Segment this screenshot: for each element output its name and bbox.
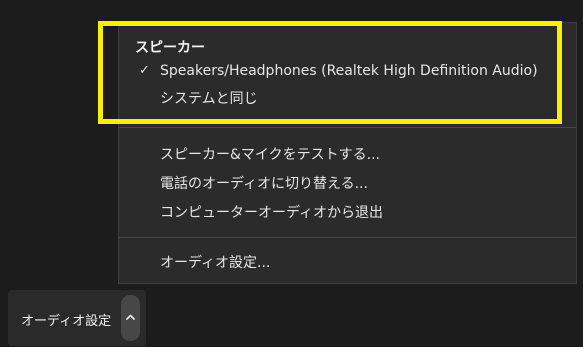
audio-settings-bar: オーディオ設定 bbox=[8, 290, 146, 346]
menu-item-label: 電話のオーディオに切り替える... bbox=[160, 176, 368, 192]
menu-item-label: スピーカー&マイクをテストする... bbox=[160, 147, 380, 163]
bottom-strip bbox=[0, 347, 583, 356]
audio-settings-label[interactable]: オーディオ設定 bbox=[21, 310, 111, 329]
switch-to-phone-audio-item[interactable]: 電話のオーディオに切り替える... bbox=[119, 172, 576, 196]
highlight-box bbox=[98, 21, 562, 124]
audio-settings-item[interactable]: オーディオ設定... bbox=[119, 251, 576, 275]
menu-divider bbox=[119, 127, 576, 128]
leave-computer-audio-item[interactable]: コンピューターオーディオから退出 bbox=[119, 201, 576, 225]
audio-menu-screen: スピーカー ✓ Speakers/Headphones (Realtek Hig… bbox=[0, 0, 583, 356]
menu-divider bbox=[119, 237, 576, 238]
menu-item-label: オーディオ設定... bbox=[160, 255, 271, 271]
audio-menu-toggle-button[interactable] bbox=[121, 295, 140, 341]
menu-item-label: コンピューターオーディオから退出 bbox=[160, 205, 384, 221]
test-speaker-mic-item[interactable]: スピーカー&マイクをテストする... bbox=[119, 143, 576, 167]
chevron-up-icon bbox=[126, 314, 135, 320]
